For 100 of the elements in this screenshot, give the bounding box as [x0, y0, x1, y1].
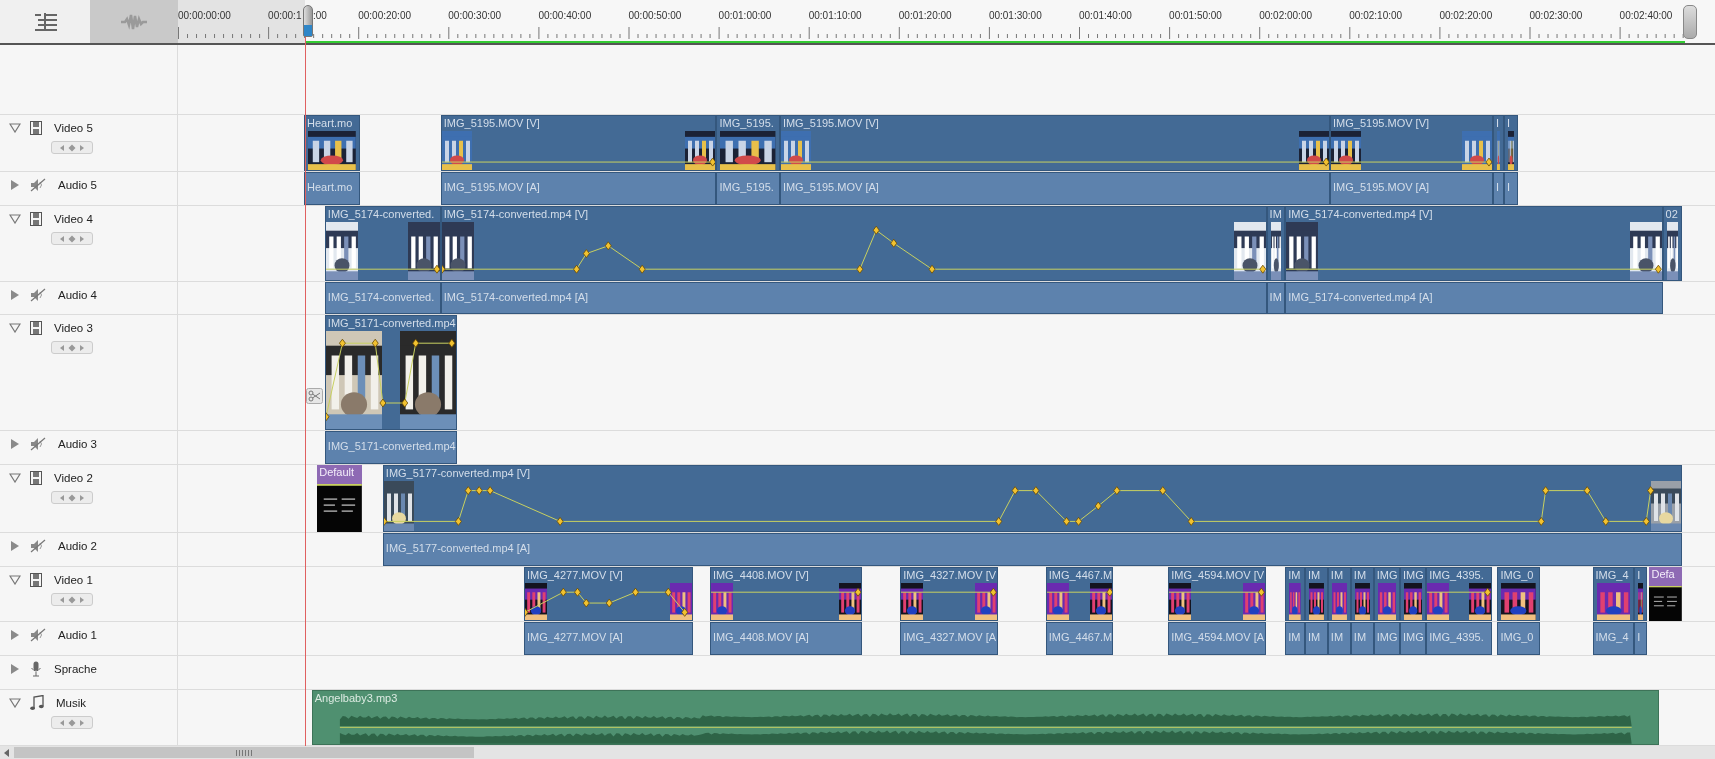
collapse-arrow[interactable]: [8, 121, 22, 135]
video-clip[interactable]: I: [1634, 567, 1648, 621]
track-name: Musik: [56, 697, 87, 709]
video-clip[interactable]: 02: [1662, 206, 1683, 281]
keyframe-navigator[interactable]: [51, 491, 93, 504]
audio-clip[interactable]: IMG_5195.MOV [A]: [440, 172, 717, 205]
video-clip[interactable]: IM: [1304, 567, 1328, 621]
clip-title: IMG_5195.MOV [V]: [781, 116, 880, 131]
video-clip[interactable]: IMG_4327.MOV [V: [900, 567, 998, 621]
audio-clip[interactable]: IMG_5195.MOV [A]: [779, 172, 1331, 205]
video-clip[interactable]: IMG_0: [1497, 567, 1541, 621]
film-icon: [30, 471, 42, 485]
time-label: 00:00:1: [268, 10, 302, 21]
audio-clip[interactable]: IMG_4467.M: [1045, 622, 1114, 655]
audio-clip[interactable]: I: [1634, 622, 1648, 655]
video-clip[interactable]: IMG_4467.M: [1045, 567, 1114, 621]
video-clip[interactable]: I: [1493, 115, 1504, 171]
video-clip[interactable]: IMG_5171-converted.mp4: [324, 315, 458, 430]
title-clip[interactable]: Default: [317, 465, 363, 532]
scissors-icon[interactable]: [306, 388, 323, 404]
video-clip[interactable]: IM: [1350, 567, 1374, 621]
video-clip[interactable]: Heart.mo: [304, 115, 360, 171]
video-clip[interactable]: IMG_4: [1592, 567, 1635, 621]
audio-clip[interactable]: IMG_5171-converted.mp4: [324, 431, 458, 464]
waveform-toggle[interactable]: [90, 0, 178, 43]
audio-clip[interactable]: IMG_5174-converted.mp4 [A]: [440, 282, 1267, 314]
audio-clip[interactable]: IM: [1304, 622, 1328, 655]
clip-title: I: [1636, 568, 1642, 583]
keyframe-navigator[interactable]: [51, 341, 93, 354]
track-name: Video 2: [54, 472, 93, 484]
audio-clip[interactable]: IM: [1285, 622, 1305, 655]
video-clip[interactable]: IMG_5195.MOV [V]: [440, 115, 717, 171]
film-icon: [30, 121, 42, 135]
audio-clip[interactable]: IMG: [1373, 622, 1401, 655]
time-label: 00:01:40:00: [1079, 10, 1132, 21]
audio-clip[interactable]: IMG_4: [1592, 622, 1635, 655]
audio-clip[interactable]: Heart.mo: [304, 172, 360, 205]
audio-clip[interactable]: IMG_5195.: [716, 172, 780, 205]
title-clip[interactable]: Defa: [1649, 567, 1683, 621]
clip-title: IMG_4: [1594, 568, 1630, 583]
video-clip[interactable]: IMG_4395.: [1426, 567, 1492, 621]
audio-clip[interactable]: IMG_5177-converted.mp4 [A]: [382, 533, 1683, 566]
video-clip[interactable]: IMG_5174-converted.: [324, 206, 441, 281]
clip-title: IM: [1329, 568, 1345, 583]
range-handle[interactable]: [1683, 5, 1697, 39]
timeline-list-icon[interactable]: [35, 13, 57, 31]
collapse-arrow[interactable]: [8, 573, 22, 587]
horizontal-scrollbar[interactable]: [0, 746, 1715, 759]
scroll-left-icon[interactable]: [4, 749, 10, 757]
video-clip[interactable]: IMG_4277.MOV [V]: [523, 567, 694, 621]
collapse-arrow[interactable]: [8, 321, 22, 335]
keyframe-navigator[interactable]: [51, 232, 93, 245]
audio-clip[interactable]: IMG_4594.MOV [A: [1168, 622, 1266, 655]
video-clip[interactable]: IMG: [1400, 567, 1427, 621]
audio-clip[interactable]: IMG_5174-converted.: [324, 282, 441, 314]
video-clip[interactable]: IMG_4408.MOV [V]: [709, 567, 862, 621]
audio-clip[interactable]: IMG_4277.MOV [A]: [523, 622, 694, 655]
video-clip[interactable]: IMG_5195.MOV [V]: [1330, 115, 1493, 171]
keyframe-navigator[interactable]: [51, 593, 93, 606]
speaker-muted-icon: [30, 437, 46, 451]
scrollbar-thumb[interactable]: [14, 747, 474, 758]
audio-clip[interactable]: IMG: [1400, 622, 1427, 655]
video-clip[interactable]: IMG_5195.: [716, 115, 780, 171]
keyframe-navigator[interactable]: [51, 141, 93, 154]
audio-clip[interactable]: IMG_0: [1497, 622, 1541, 655]
clip-title: IM: [1306, 568, 1322, 583]
video-clip[interactable]: IMG_5174-converted.mp4 [V]: [440, 206, 1267, 281]
clip-title: I: [1505, 116, 1512, 131]
music-clip[interactable]: Angelbaby3.mp3: [311, 690, 1660, 745]
clip-title: Heart.mo: [306, 116, 354, 131]
track-name: Audio 3: [58, 438, 97, 450]
clip-title: Defa: [1649, 567, 1683, 586]
collapse-arrow[interactable]: [8, 212, 22, 226]
audio-clip[interactable]: IMG_4327.MOV [A: [900, 622, 998, 655]
video-clip[interactable]: IM: [1327, 567, 1351, 621]
video-clip[interactable]: IMG: [1373, 567, 1401, 621]
audio-clip[interactable]: IMG_4395.: [1426, 622, 1492, 655]
film-icon: [30, 321, 42, 335]
video-clip[interactable]: IM: [1285, 567, 1305, 621]
audio-clip[interactable]: IMG_4408.MOV [A]: [709, 622, 862, 655]
collapse-arrow[interactable]: [8, 696, 22, 710]
track-name: Audio 4: [58, 289, 97, 301]
audio-clip[interactable]: IMG_5174-converted.mp4 [A]: [1285, 282, 1663, 314]
playhead-handle[interactable]: [303, 5, 313, 37]
clip-title: IMG: [1402, 568, 1425, 583]
track-name: Sprache: [54, 663, 97, 675]
keyframe-navigator[interactable]: [51, 716, 93, 729]
audio-clip[interactable]: IM: [1327, 622, 1351, 655]
video-clip[interactable]: IMG_5174-converted.mp4 [V]: [1285, 206, 1663, 281]
track-name: Audio 1: [58, 629, 97, 641]
track-name: Video 1: [54, 574, 93, 586]
video-clip[interactable]: IMG_4594.MOV [V: [1168, 567, 1266, 621]
video-clip[interactable]: IMG_5177-converted.mp4 [V]: [382, 465, 1683, 532]
time-label: 00:00:00:00: [178, 10, 231, 21]
audio-clip[interactable]: I: [1493, 172, 1504, 205]
collapse-arrow[interactable]: [8, 471, 22, 485]
clip-title: IMG_0: [1499, 568, 1535, 583]
audio-clip[interactable]: IMG_5195.MOV [A]: [1330, 172, 1493, 205]
video-clip[interactable]: IMG_5195.MOV [V]: [779, 115, 1331, 171]
audio-clip[interactable]: IM: [1350, 622, 1374, 655]
